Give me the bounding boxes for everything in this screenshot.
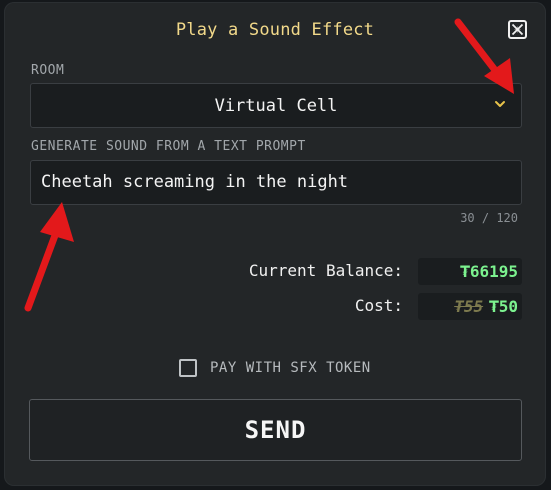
send-button[interactable]: SEND [29, 399, 522, 461]
sound-effect-dialog: Play a Sound Effect ROOM Virtual Cell GE… [4, 2, 546, 486]
current-balance-label: Current Balance: [248, 261, 403, 280]
current-balance-value: ₮66195 [418, 258, 522, 285]
discounted-cost: ₮50 [489, 297, 518, 316]
close-icon [511, 23, 524, 36]
original-cost: ₮55 [454, 297, 484, 316]
balance-amount: ₮66195 [460, 262, 518, 281]
sfx-token-option[interactable]: PAY WITH SFX TOKEN [179, 359, 371, 377]
room-select[interactable]: Virtual Cell [30, 83, 522, 128]
prompt-label: GENERATE SOUND FROM A TEXT PROMPT [31, 139, 306, 154]
prompt-input[interactable]: Cheetah screaming in the night [30, 160, 522, 205]
character-counter: 30 / 120 [460, 211, 518, 225]
chevron-down-icon [495, 101, 505, 107]
cost-value: ₮55 ₮50 [418, 293, 522, 320]
room-label: ROOM [31, 63, 65, 78]
sfx-token-label: PAY WITH SFX TOKEN [210, 360, 371, 376]
close-button[interactable] [508, 20, 527, 39]
room-selected-value: Virtual Cell [214, 95, 338, 116]
cost-label: Cost: [354, 296, 403, 315]
sfx-token-checkbox[interactable] [179, 359, 197, 377]
dialog-title: Play a Sound Effect [175, 20, 375, 40]
